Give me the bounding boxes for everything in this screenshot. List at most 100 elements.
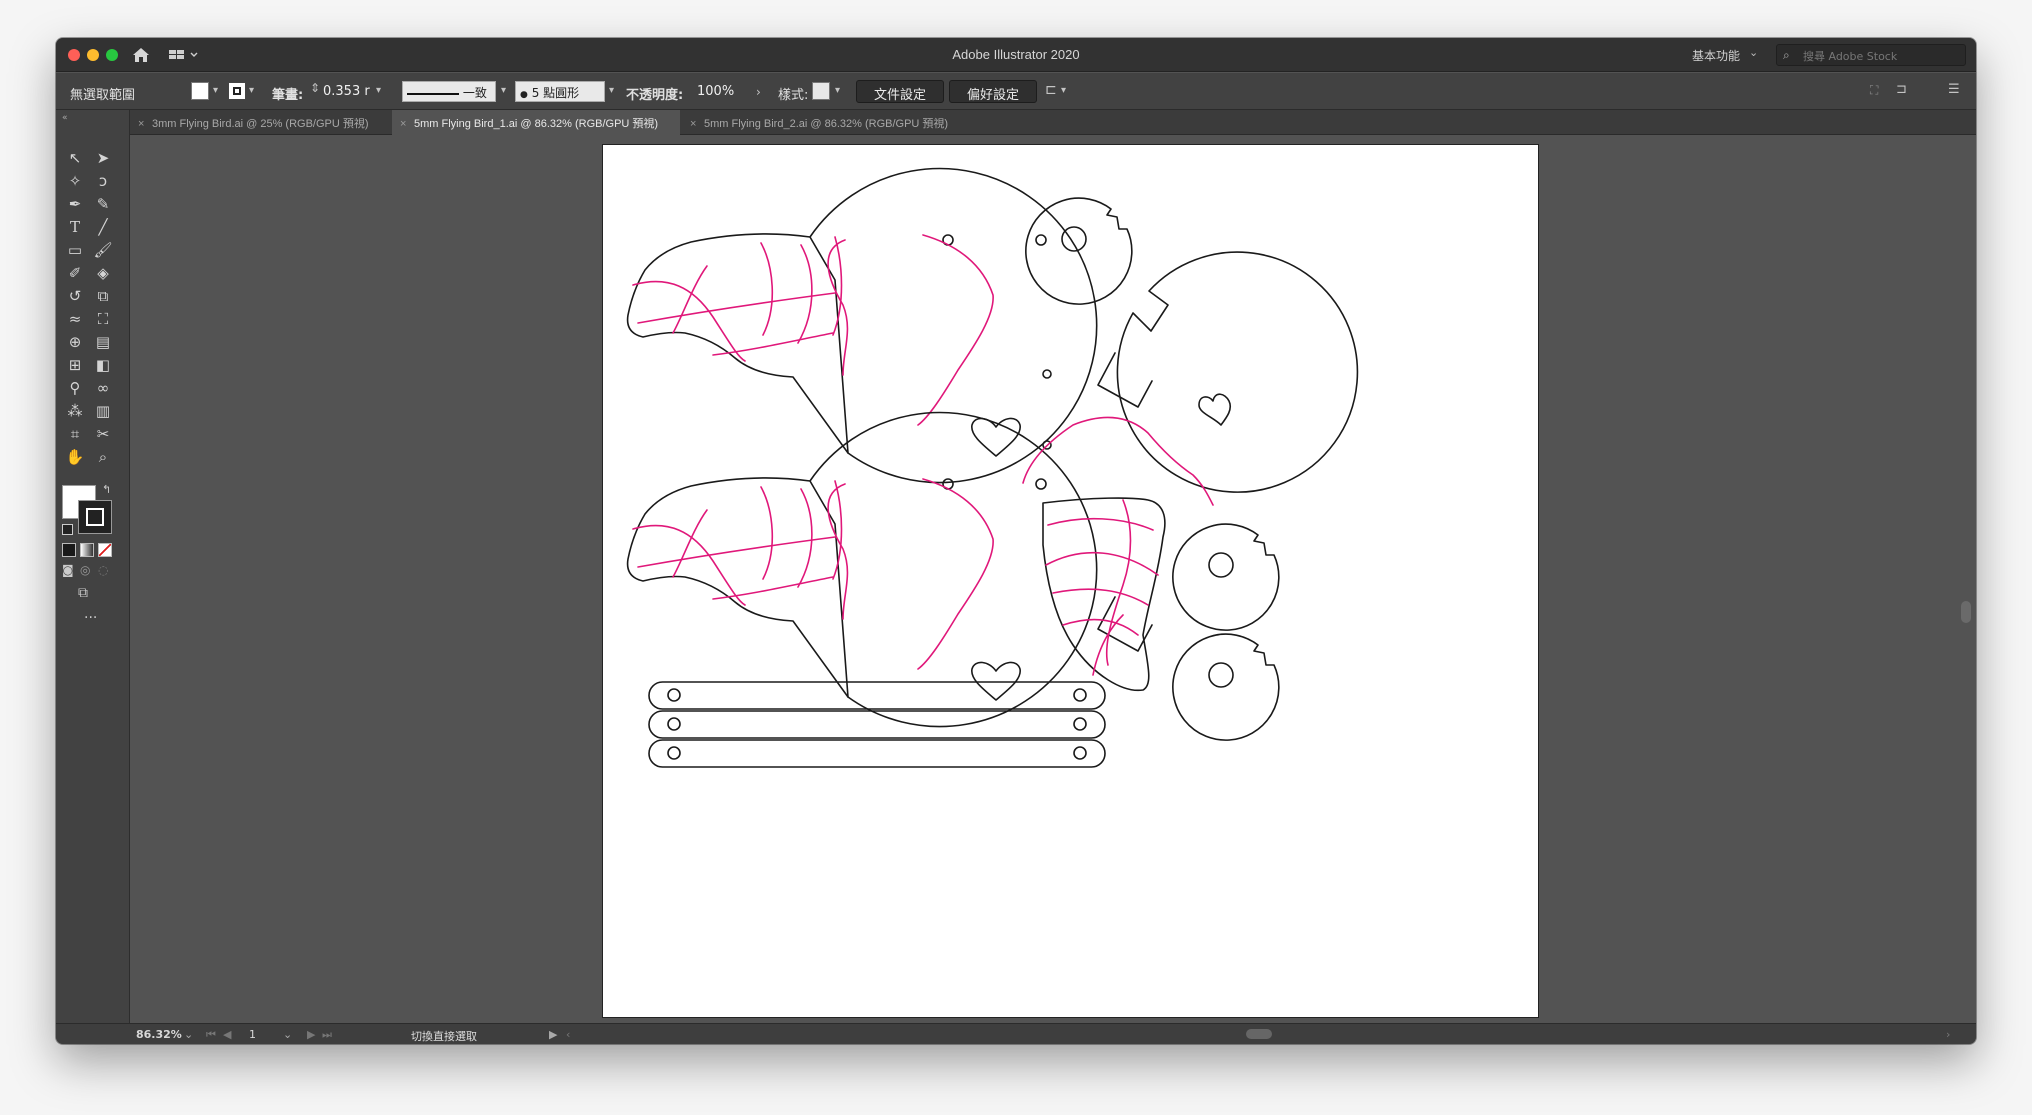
symbol-sprayer-tool-icon[interactable]: ⁂ [62, 400, 88, 422]
lasso-tool-icon[interactable]: ↄ [90, 170, 116, 192]
previous-artboard-icon[interactable]: ◀ [223, 1028, 231, 1041]
isolate-icon[interactable]: ⊐ [1896, 82, 1907, 97]
type-tool-icon[interactable]: T [62, 216, 88, 238]
eraser-tool-icon[interactable]: ◈ [90, 262, 116, 284]
chevron-down-icon[interactable]: ▾ [213, 85, 218, 96]
draw-normal-icon[interactable]: ◙ [62, 563, 74, 577]
chevron-down-icon[interactable]: ⌄ [283, 1028, 292, 1041]
direct-selection-tool-icon[interactable]: ➤ [90, 147, 116, 169]
artboard[interactable] [602, 144, 1539, 1018]
draw-inside-icon[interactable]: ◌ [98, 563, 108, 577]
chevron-down-icon[interactable]: ▾ [609, 85, 614, 96]
chevron-down-icon[interactable]: ▾ [1061, 85, 1066, 96]
paintbrush-tool-icon[interactable]: 🖌 [90, 239, 116, 261]
collapse-panel-icon[interactable]: « [62, 113, 68, 123]
chevron-down-icon[interactable]: ▾ [501, 85, 506, 96]
chevron-down-icon[interactable]: ▾ [835, 85, 840, 96]
chevron-down-icon[interactable]: ⌄ [1749, 46, 1758, 59]
artwork [626, 167, 1359, 768]
tab-document-1[interactable]: × 3mm Flying Bird.ai @ 25% (RGB/GPU 預視) [130, 110, 392, 135]
rotate-tool-icon[interactable]: ↺ [62, 285, 88, 307]
bird-body-1 [626, 167, 1153, 484]
search-icon: ⌕ [1783, 48, 1790, 62]
fill-swatch[interactable] [191, 82, 209, 100]
chevron-down-icon[interactable]: ▾ [249, 85, 254, 96]
tab-label: 5mm Flying Bird_2.ai @ 86.32% (RGB/GPU 預… [704, 118, 949, 130]
hand-tool-icon[interactable]: ✋ [62, 446, 88, 468]
tab-document-2[interactable]: × 5mm Flying Bird_1.ai @ 86.32% (RGB/GPU … [392, 110, 680, 135]
mesh-tool-icon[interactable]: ⊞ [62, 354, 88, 376]
preferences-button[interactable]: 偏好設定 [949, 80, 1037, 103]
free-transform-tool-icon[interactable]: ⛶ [90, 308, 116, 330]
eyedropper-tool-icon[interactable]: ⚲ [62, 377, 88, 399]
artboard-number-field[interactable]: 1 [249, 1028, 256, 1041]
variable-width-profile[interactable]: 一致 [402, 81, 496, 102]
chevron-down-icon[interactable]: ▾ [376, 85, 381, 96]
rectangle-tool-icon[interactable]: ▭ [62, 239, 88, 261]
panel-menu-icon[interactable]: ☰ [1948, 82, 1960, 97]
stroke-weight-field[interactable]: 0.353 r [323, 82, 370, 102]
warp-tool-icon[interactable]: ≈ [62, 308, 88, 330]
screen-mode-icon[interactable]: ⧉ [78, 585, 88, 601]
wheel-top [1025, 197, 1133, 305]
line-tool-icon[interactable]: ╱ [90, 216, 116, 238]
blend-tool-icon[interactable]: ∞ [90, 377, 116, 399]
draw-behind-icon[interactable]: ◎ [80, 563, 90, 577]
last-artboard-icon[interactable]: ⏭ [322, 1028, 332, 1042]
magic-wand-tool-icon[interactable]: ✧ [62, 170, 88, 192]
selection-tool-icon[interactable]: ↖ [62, 147, 88, 169]
gradient-mode-icon[interactable] [80, 543, 94, 557]
scroll-thumb[interactable] [1961, 601, 1971, 623]
style-label: 樣式: [778, 88, 809, 103]
close-tab-icon[interactable]: × [690, 118, 704, 130]
more-tools-icon[interactable]: ··· [84, 610, 97, 626]
selection-status: 無選取範圍 [70, 88, 136, 103]
brush-definition[interactable]: ● 5 點圓形 [515, 81, 605, 102]
close-tab-icon[interactable]: × [138, 118, 152, 130]
scale-tool-icon[interactable]: ⧉ [90, 285, 116, 307]
color-mode-icon[interactable] [62, 543, 76, 557]
perspective-grid-tool-icon[interactable]: ▤ [90, 331, 116, 353]
document-setup-button[interactable]: 文件設定 [856, 80, 944, 103]
gradient-tool-icon[interactable]: ◧ [90, 354, 116, 376]
shape-builder-tool-icon[interactable]: ⊕ [62, 331, 88, 353]
vertical-scrollbar[interactable] [1956, 136, 1976, 1023]
align-icon[interactable]: ⊏ [1045, 82, 1057, 98]
zoom-field[interactable]: 86.32% [136, 1028, 182, 1041]
first-artboard-icon[interactable]: ⏮ [206, 1028, 216, 1042]
close-tab-icon[interactable]: × [400, 118, 414, 130]
default-colors-icon[interactable] [62, 524, 73, 535]
status-bar: 86.32% ⌄ ⏮ ◀ 1 ⌄ ▶ ⏭ 切換直接選取 ▶ ‹ › [56, 1023, 1976, 1044]
stroke-color-box[interactable] [78, 500, 112, 534]
chevron-right-icon[interactable]: › [756, 85, 761, 99]
swap-fill-stroke-icon[interactable]: ↰ [102, 483, 111, 496]
stepper-icon[interactable]: ⇕ [310, 81, 320, 95]
bird-engrave-1 [632, 234, 994, 426]
scroll-right-icon[interactable]: › [1946, 1028, 1950, 1041]
curvature-tool-icon[interactable]: ✎ [90, 193, 116, 215]
status-menu-icon[interactable]: ▶ [549, 1028, 557, 1041]
transform-icon[interactable]: ⛶ [1870, 83, 1878, 98]
slice-tool-icon[interactable]: ✂ [90, 423, 116, 445]
artboard-tool-icon[interactable]: ⌗ [62, 423, 88, 445]
horizontal-scroll-thumb[interactable] [1246, 1029, 1272, 1039]
shaper-tool-icon[interactable]: ✐ [62, 262, 88, 284]
tools-panel: « ↖ ➤ ✧ ↄ ✒ ✎ T ╱ ▭ 🖌 ✐ ◈ ↺ ⧉ ≈ ⛶ ⊕ ▤ ⊞ … [56, 110, 130, 1023]
stroke-swatch[interactable] [228, 82, 246, 100]
scroll-left-icon[interactable]: ‹ [566, 1028, 570, 1041]
column-graph-tool-icon[interactable]: ▥ [90, 400, 116, 422]
next-artboard-icon[interactable]: ▶ [307, 1028, 315, 1041]
zoom-tool-icon[interactable]: ⌕ [90, 446, 116, 468]
workspace-switcher[interactable]: 基本功能 [1692, 47, 1740, 64]
canvas-area[interactable] [131, 136, 1956, 1023]
pen-tool-icon[interactable]: ✒ [62, 193, 88, 215]
wing-engrave [1045, 499, 1159, 676]
tab-document-3[interactable]: × 5mm Flying Bird_2.ai @ 86.32% (RGB/GPU … [682, 110, 972, 135]
bird-engrave-2 [632, 478, 994, 670]
graphic-style-swatch[interactable] [812, 82, 830, 100]
opacity-field[interactable]: 100% [697, 82, 734, 102]
stock-search-input[interactable]: ⌕ 搜尋 Adobe Stock [1776, 44, 1966, 66]
none-mode-icon[interactable] [98, 543, 112, 557]
stroke-label: 筆畫: [272, 88, 304, 103]
chevron-down-icon[interactable]: ⌄ [184, 1028, 193, 1041]
